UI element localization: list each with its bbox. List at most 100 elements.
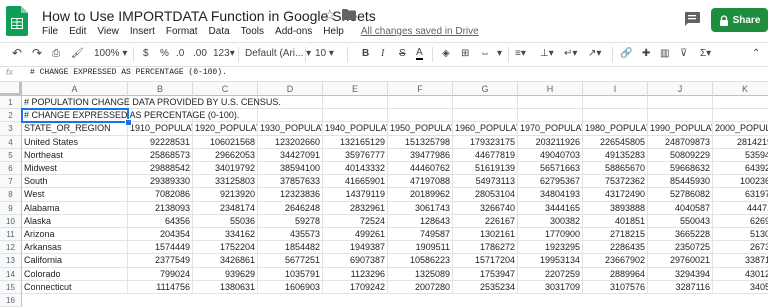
sheets-logo-icon[interactable] (6, 6, 28, 36)
cell-e3[interactable]: 1940_POPULATI (323, 122, 388, 136)
cell-d7[interactable]: 37857633 (258, 175, 323, 189)
cell-f1[interactable] (388, 96, 453, 110)
font-family-select[interactable]: Default (Ari... ▾ (245, 48, 311, 59)
cell-e9[interactable]: 2832961 (323, 201, 388, 215)
row-header-10[interactable]: 10 (0, 214, 22, 228)
cell-h4[interactable]: 203211926 (518, 135, 583, 149)
cell-k5[interactable]: 535943 (713, 149, 768, 162)
cell-d6[interactable]: 38594100 (258, 162, 323, 176)
cell-f14[interactable]: 1325089 (388, 267, 453, 281)
cell-g15[interactable]: 2535234 (453, 280, 518, 294)
cell-g7[interactable]: 54973113 (453, 175, 518, 189)
cell-j8[interactable]: 52786082 (648, 188, 713, 202)
comment-icon[interactable] (684, 12, 700, 26)
cell-c15[interactable]: 1380631 (193, 280, 258, 294)
cell-c11[interactable]: 334162 (193, 228, 258, 242)
cell-j12[interactable]: 2350725 (648, 241, 713, 255)
cell-j7[interactable]: 85445930 (648, 175, 713, 189)
cell-g6[interactable]: 51619139 (453, 162, 518, 176)
menu-addons[interactable]: Add-ons (275, 26, 312, 37)
paint-format-icon[interactable]: 🖌 (71, 48, 84, 59)
cell-a11[interactable]: Arizona (22, 228, 128, 242)
cell-j6[interactable]: 59668632 (648, 162, 713, 176)
cell-c4[interactable]: 106021568 (193, 135, 258, 149)
cell-h7[interactable]: 62795367 (518, 175, 583, 189)
cell-f15[interactable]: 2007280 (388, 280, 453, 294)
cell-d8[interactable]: 12323836 (258, 188, 323, 202)
cell-f3[interactable]: 1950_POPULATI (388, 122, 453, 136)
bold-button[interactable]: B (362, 48, 369, 59)
horizontal-align-icon[interactable]: ≡▾ (515, 48, 526, 59)
cell-j4[interactable]: 248709873 (648, 135, 713, 149)
cell-h15[interactable]: 3031709 (518, 280, 583, 294)
cell-i4[interactable]: 226545805 (583, 135, 648, 149)
cell-j5[interactable]: 50809229 (648, 148, 713, 162)
cell-c10[interactable]: 55036 (193, 214, 258, 228)
row-header-5[interactable]: 5 (0, 148, 22, 162)
cell-a6[interactable]: Midwest (22, 162, 128, 176)
cell-f4[interactable]: 151325798 (388, 135, 453, 149)
folder-icon[interactable] (342, 9, 356, 20)
cell-e5[interactable]: 35976777 (323, 148, 388, 162)
cell-j1[interactable] (648, 96, 713, 110)
cell-k11[interactable]: 51303 (713, 228, 768, 242)
cell-i13[interactable]: 23667902 (583, 254, 648, 268)
cell-g4[interactable]: 179323175 (453, 135, 518, 149)
cell-h5[interactable]: 49040703 (518, 148, 583, 162)
cell-d3[interactable]: 1930_POPULATI (258, 122, 323, 136)
cell-i7[interactable]: 75372362 (583, 175, 648, 189)
column-header-h[interactable]: H (518, 82, 583, 96)
column-header-f[interactable]: F (388, 82, 453, 96)
cell-h9[interactable]: 3444165 (518, 201, 583, 215)
cell-e11[interactable]: 499261 (323, 228, 388, 242)
cell-e2[interactable] (323, 109, 388, 123)
cell-j3[interactable]: 1990_POPULATI (648, 122, 713, 136)
cell-b13[interactable]: 2377549 (128, 254, 193, 268)
cell-a5[interactable]: Northeast (22, 148, 128, 162)
cell-a7[interactable]: South (22, 175, 128, 189)
cell-k14[interactable]: 430126 (713, 268, 768, 281)
cell-i12[interactable]: 2286435 (583, 241, 648, 255)
column-header-c[interactable]: C (193, 82, 258, 96)
cell-e14[interactable]: 1123296 (323, 267, 388, 281)
cell-j10[interactable]: 550043 (648, 214, 713, 228)
menu-tools[interactable]: Tools (241, 26, 264, 37)
cell-f2[interactable] (388, 109, 453, 123)
cell-k9[interactable]: 44471( (713, 202, 768, 215)
cell-j9[interactable]: 4040587 (648, 201, 713, 215)
menu-file[interactable]: File (42, 26, 58, 37)
decrease-decimal-button[interactable]: .0 (176, 48, 184, 59)
zoom-select[interactable]: 100% ▾ (94, 48, 127, 59)
cell-h6[interactable]: 56571663 (518, 162, 583, 176)
cell-f9[interactable]: 3061743 (388, 201, 453, 215)
insert-chart-icon[interactable]: ▥ (660, 48, 669, 59)
row-header-9[interactable]: 9 (0, 201, 22, 215)
cell-j15[interactable]: 3287116 (648, 280, 713, 294)
cell-a10[interactable]: Alaska (22, 214, 128, 228)
cell-b10[interactable]: 64356 (128, 214, 193, 228)
cell-b9[interactable]: 2138093 (128, 201, 193, 215)
cell-b3[interactable]: 1910_POPULATI (128, 122, 193, 136)
cell-f11[interactable]: 749587 (388, 228, 453, 242)
menu-help[interactable]: Help (323, 26, 344, 37)
cell-f5[interactable]: 39477986 (388, 148, 453, 162)
row-header-3[interactable]: 3 (0, 122, 22, 136)
column-header-b[interactable]: B (128, 82, 193, 96)
cell-h10[interactable]: 300382 (518, 214, 583, 228)
cell-h13[interactable]: 19953134 (518, 254, 583, 268)
fill-color-icon[interactable]: ◈ (442, 48, 450, 59)
menu-data[interactable]: Data (209, 26, 230, 37)
cell-d9[interactable]: 2646248 (258, 201, 323, 215)
insert-link-icon[interactable]: 🔗 (620, 48, 632, 59)
cell-d12[interactable]: 1854482 (258, 241, 323, 255)
cell-g8[interactable]: 28053104 (453, 188, 518, 202)
cell-e6[interactable]: 40143332 (323, 162, 388, 176)
row-header-16[interactable]: 16 (0, 294, 22, 307)
cell-h14[interactable]: 2207259 (518, 267, 583, 281)
cell-j11[interactable]: 3665228 (648, 228, 713, 242)
menu-view[interactable]: View (97, 26, 119, 37)
cell-c9[interactable]: 2348174 (193, 201, 258, 215)
undo-icon[interactable]: ↶ (12, 46, 22, 60)
cell-i9[interactable]: 3893888 (583, 201, 648, 215)
cell-i6[interactable]: 58865670 (583, 162, 648, 176)
